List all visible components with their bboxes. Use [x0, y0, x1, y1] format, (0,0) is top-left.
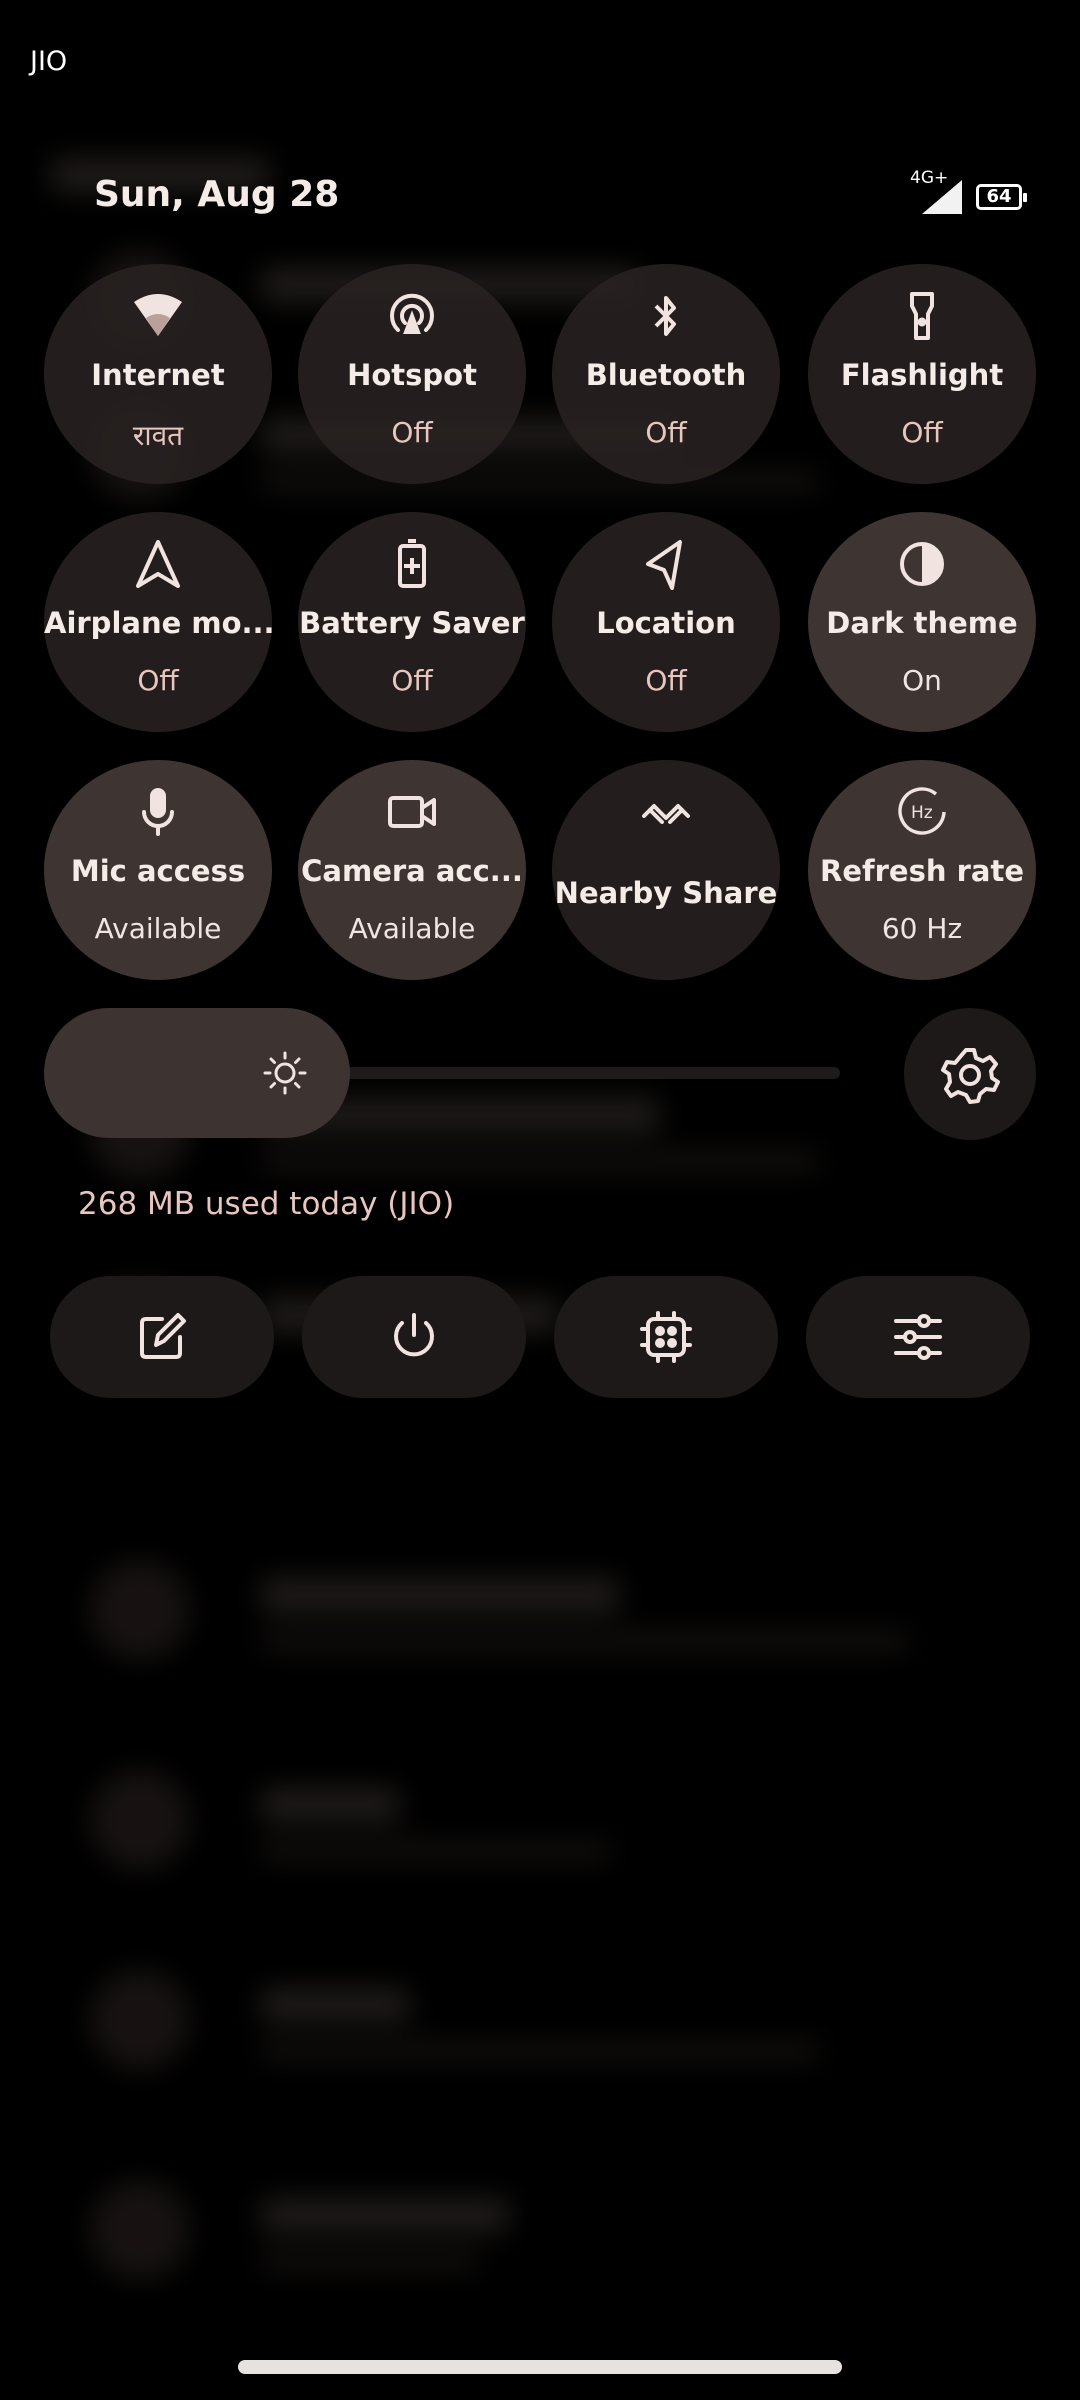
tile-hotspot[interactable]: Hotspot Off	[298, 264, 526, 484]
airplane-icon	[128, 534, 188, 594]
tile-battery-saver[interactable]: Battery Saver Off	[298, 512, 526, 732]
tile-label: Internet	[91, 358, 225, 392]
date-label: Sun, Aug 28	[94, 174, 340, 215]
power-button[interactable]	[302, 1276, 526, 1398]
tile-location[interactable]: Location Off	[552, 512, 780, 732]
data-usage-label: 268 MB used today (JIO)	[78, 1186, 455, 1222]
device-controls-button[interactable]	[554, 1276, 778, 1398]
tile-state: Off	[137, 664, 179, 697]
tile-bluetooth[interactable]: Bluetooth Off	[552, 264, 780, 484]
dark-theme-icon	[892, 534, 952, 594]
tile-state: 60 Hz	[881, 912, 963, 945]
tile-state: Off	[391, 664, 433, 697]
edit-icon	[140, 1313, 186, 1359]
battery-icon: 64	[976, 184, 1027, 210]
tile-dark-theme[interactable]: Dark theme On	[808, 512, 1036, 732]
tile-state: Available	[94, 912, 222, 945]
tile-camera-access[interactable]: Camera acc... Available	[298, 760, 526, 980]
tile-label: Dark theme	[826, 606, 1018, 640]
tile-mic-access[interactable]: Mic access Available	[44, 760, 272, 980]
brightness-icon	[262, 1050, 308, 1096]
refresh-rate-icon: Hz	[892, 782, 952, 842]
tile-state: Off	[645, 416, 687, 449]
mic-icon	[128, 782, 188, 842]
gear-icon	[941, 1048, 1000, 1104]
tile-state: रावत	[132, 419, 184, 452]
location-icon	[636, 534, 696, 594]
home-indicator[interactable]	[238, 2360, 842, 2374]
tile-internet[interactable]: Internet रावत	[44, 264, 272, 484]
tile-label: Airplane mo...	[44, 606, 275, 640]
tile-label: Location	[596, 606, 736, 640]
tile-label: Battery Saver	[299, 606, 525, 640]
adjust-button[interactable]	[806, 1276, 1030, 1398]
carrier-label: JIO	[30, 46, 68, 77]
tile-airplane-mode[interactable]: Airplane mo... Off	[44, 512, 275, 732]
settings-button[interactable]	[904, 1008, 1036, 1140]
battery-saver-icon	[382, 534, 442, 594]
tile-refresh-rate[interactable]: Hz Refresh rate 60 Hz	[808, 760, 1036, 980]
tile-state: Available	[348, 912, 476, 945]
chip-icon	[640, 1311, 692, 1363]
flashlight-icon	[892, 286, 952, 346]
hotspot-icon	[382, 286, 442, 346]
tile-nearby-share[interactable]: Nearby Share	[552, 760, 780, 980]
tile-state: Off	[391, 416, 433, 449]
tile-state: On	[902, 664, 942, 697]
tile-label: Hotspot	[347, 358, 477, 392]
wifi-icon	[128, 286, 188, 346]
tile-label: Bluetooth	[585, 358, 747, 392]
edit-button[interactable]	[50, 1276, 274, 1398]
nearby-share-icon	[636, 782, 696, 842]
svg-text:Hz: Hz	[911, 803, 933, 823]
camera-icon	[382, 782, 442, 842]
tile-flashlight[interactable]: Flashlight Off	[808, 264, 1036, 484]
tile-label: Nearby Share	[554, 876, 778, 910]
bluetooth-icon	[636, 286, 696, 346]
tile-label: Mic access	[70, 854, 246, 888]
tile-label: Flashlight	[840, 358, 1004, 392]
sliders-icon	[894, 1314, 942, 1360]
tile-label: Refresh rate	[820, 854, 1024, 888]
tile-state: Off	[645, 664, 687, 697]
signal-icon	[922, 180, 962, 214]
power-icon	[394, 1313, 434, 1357]
tile-label: Camera acc...	[301, 854, 523, 888]
tile-state: Off	[901, 416, 943, 449]
